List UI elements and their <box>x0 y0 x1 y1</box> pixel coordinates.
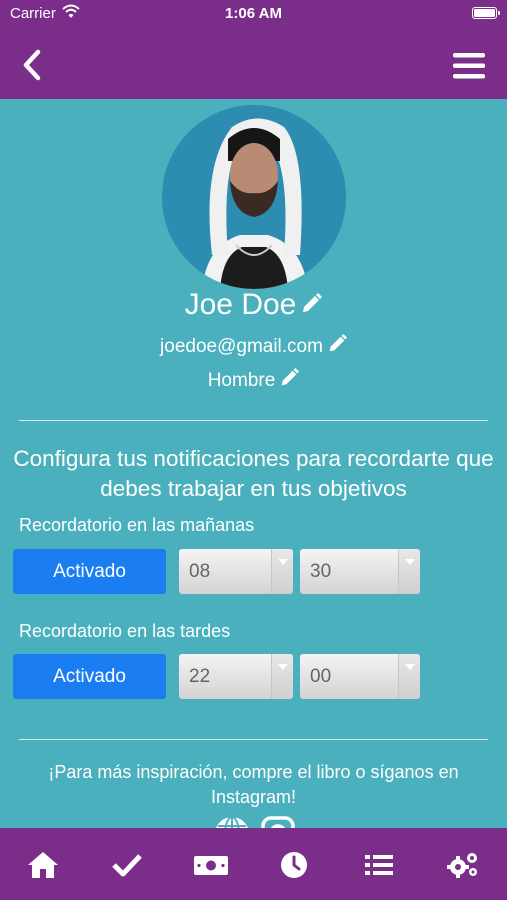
evening-toggle-button[interactable]: Activado <box>13 654 166 699</box>
avatar <box>162 105 346 289</box>
pencil-icon[interactable] <box>300 289 323 323</box>
profile-email: joedoe@gmail.com <box>160 336 323 358</box>
divider <box>19 420 488 421</box>
profile-email-row: joedoe@gmail.com <box>0 334 507 360</box>
notifications-headline: Configura tus notificaciones para record… <box>13 446 494 501</box>
clock-time: 1:06 AM <box>225 5 282 22</box>
chevron-down-icon <box>398 654 420 699</box>
profile-gender-row: Hombre <box>0 368 507 394</box>
tab-bar <box>0 828 507 900</box>
evening-minute-select[interactable]: 00 <box>300 654 420 699</box>
evening-hour-select[interactable]: 22 <box>179 654 293 699</box>
gears-icon[interactable] <box>446 850 480 880</box>
divider <box>19 739 488 740</box>
morning-reminder-label: Recordatorio en las mañanas <box>19 515 255 535</box>
pencil-icon[interactable] <box>279 368 300 394</box>
home-icon[interactable] <box>26 850 60 880</box>
profile-name: Joe Doe <box>184 288 297 321</box>
check-icon[interactable] <box>110 850 144 880</box>
morning-hour-select[interactable]: 08 <box>179 549 293 594</box>
morning-minute-value: 30 <box>310 561 332 582</box>
clock-icon[interactable] <box>279 850 313 880</box>
status-bar: Carrier 1:06 AM <box>0 0 507 28</box>
pencil-icon[interactable] <box>327 334 347 360</box>
chevron-down-icon <box>271 549 293 594</box>
promo-text: ¡Para más inspiración, compre el libro o… <box>48 762 459 807</box>
chevron-left-icon[interactable] <box>22 49 42 86</box>
battery-icon <box>472 7 500 19</box>
chevron-down-icon <box>398 549 420 594</box>
list-icon[interactable] <box>364 850 398 880</box>
morning-toggle-button[interactable]: Activado <box>13 549 166 594</box>
nav-bar <box>0 28 507 99</box>
evening-reminder-label: Recordatorio en las tardes <box>19 621 231 641</box>
money-icon[interactable] <box>193 850 229 880</box>
evening-hour-value: 22 <box>189 666 211 687</box>
hamburger-icon[interactable] <box>453 52 485 85</box>
profile-gender: Hombre <box>207 370 276 392</box>
morning-hour-value: 08 <box>189 561 211 582</box>
morning-minute-select[interactable]: 30 <box>300 549 420 594</box>
chevron-down-icon <box>271 654 293 699</box>
evening-minute-value: 00 <box>310 666 332 687</box>
profile-name-row: Joe Doe <box>0 288 507 323</box>
